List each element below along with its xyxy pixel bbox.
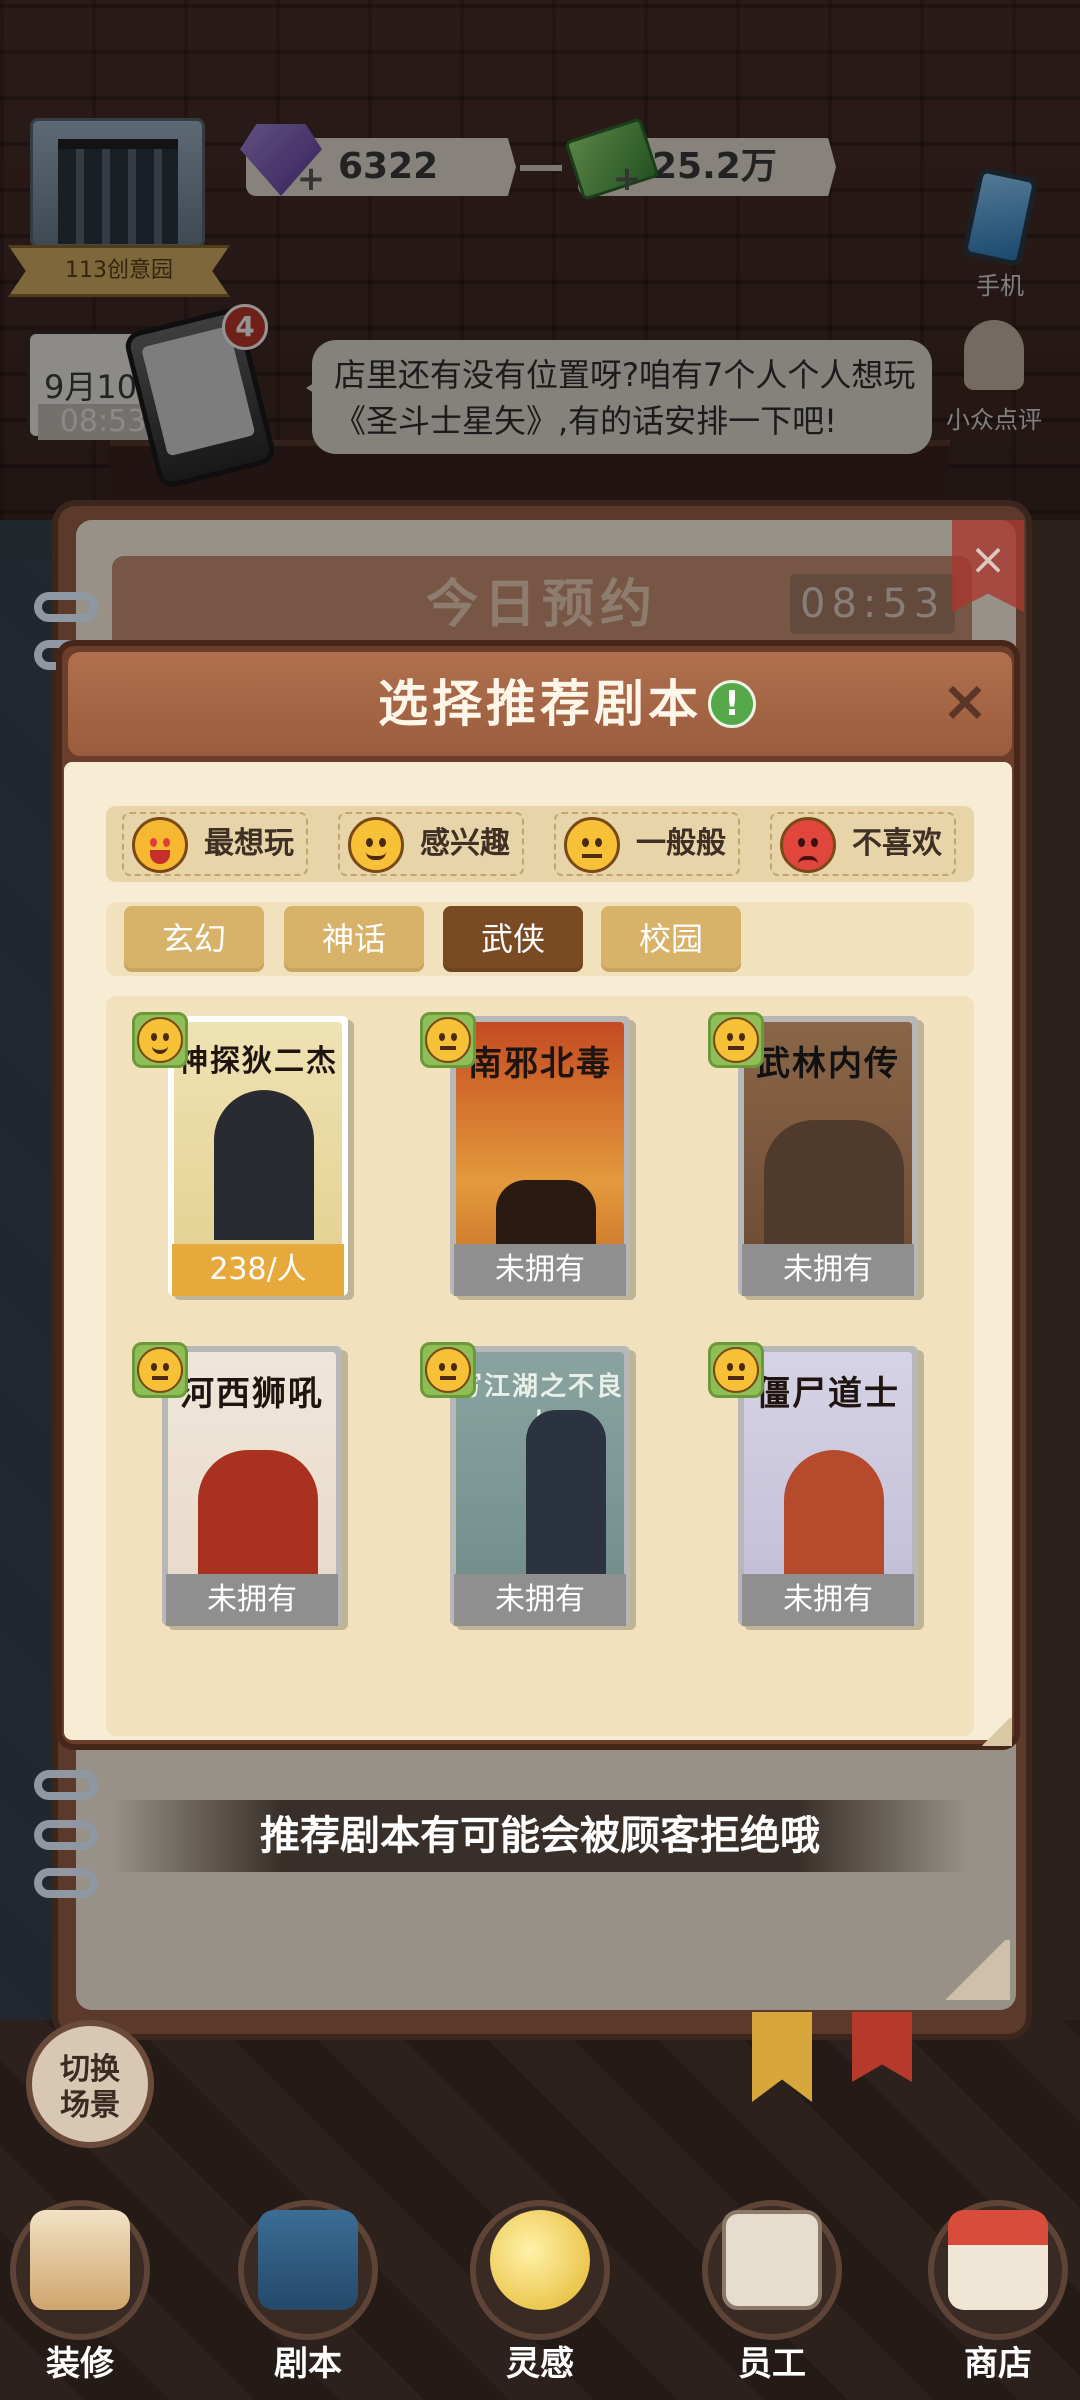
taoist-figure-image — [784, 1450, 884, 1580]
nav-shop[interactable]: 商店 — [918, 2190, 1078, 2400]
script-card[interactable]: 僵尸道士 未拥有 — [738, 1346, 918, 1626]
couple-figure-image — [198, 1450, 318, 1580]
script-card[interactable]: 河西狮吼 未拥有 — [162, 1346, 342, 1626]
script-title: 南邪北毒 — [468, 1044, 612, 1084]
nav-inspiration[interactable]: 灵感 — [460, 2190, 620, 2400]
switch-scene-button[interactable]: 切换 场景 — [26, 2020, 154, 2148]
decorate-icon — [30, 2210, 130, 2310]
crowd-silhouette-image — [764, 1120, 904, 1250]
wink-face-icon — [348, 817, 404, 873]
rejection-hint: 推荐剧本有可能会被顾客拒绝哦 — [112, 1800, 968, 1872]
mood-badge — [708, 1342, 764, 1398]
legend-label: 不喜欢 — [852, 826, 942, 861]
page-curl — [940, 1940, 1010, 2000]
legend-dislike: 不喜欢 — [770, 812, 956, 876]
script-card[interactable]: 南邪北毒 未拥有 — [450, 1016, 630, 1296]
switch-label-2: 场景 — [60, 2088, 120, 2123]
neutral-face-icon — [713, 1347, 759, 1393]
page-curl — [980, 1718, 1012, 1746]
legend-meh: 一般般 — [554, 812, 740, 876]
dialog-close-button[interactable]: × — [935, 672, 995, 732]
legend-label: 感兴趣 — [420, 826, 510, 861]
tab-fantasy[interactable]: 玄幻 — [124, 906, 264, 972]
legend-label: 最想玩 — [204, 826, 294, 861]
script-title: 武林内传 — [756, 1044, 900, 1084]
script-status: 未拥有 — [454, 1574, 626, 1626]
mood-badge — [420, 1342, 476, 1398]
dialog-title: 选择推荐剧本 — [378, 675, 702, 733]
script-card[interactable]: 武林内传 未拥有 — [738, 1016, 918, 1296]
script-card[interactable]: 写江湖之不良人 未拥有 — [450, 1346, 630, 1626]
nav-label: 灵感 — [506, 2344, 574, 2384]
neutral-face-icon — [425, 1017, 471, 1063]
script-book-icon — [258, 2210, 358, 2310]
nav-decorate[interactable]: 装修 — [0, 2190, 160, 2400]
shop-icon — [948, 2210, 1048, 2310]
tab-mythology[interactable]: 神话 — [284, 906, 424, 972]
mood-badge — [132, 1342, 188, 1398]
info-icon[interactable]: ! — [708, 680, 756, 728]
cloaked-figure-image — [526, 1410, 606, 1580]
script-card[interactable]: 神探狄二杰 238/人 — [168, 1016, 348, 1296]
legend-like: 感兴趣 — [338, 812, 524, 876]
nav-staff[interactable]: 员工 — [692, 2190, 852, 2400]
nav-label: 装修 — [46, 2344, 114, 2384]
inspiration-bulb-icon — [490, 2210, 590, 2310]
neutral-face-icon — [137, 1347, 183, 1393]
binder-ring — [34, 1820, 98, 1850]
tab-campus[interactable]: 校园 — [601, 906, 741, 972]
tab-wuxia[interactable]: 武侠 — [443, 906, 583, 972]
script-status: 未拥有 — [742, 1574, 914, 1626]
mood-badge — [132, 1012, 188, 1068]
nav-label: 员工 — [738, 2344, 806, 2384]
neutral-face-icon — [713, 1017, 759, 1063]
close-icon: × — [969, 534, 1007, 585]
nav-label: 商店 — [964, 2344, 1032, 2384]
script-title: 河西狮吼 — [180, 1374, 324, 1414]
binder-ring — [34, 1770, 98, 1800]
mood-badge — [420, 1012, 476, 1068]
switch-label-1: 切换 — [60, 2052, 120, 2087]
legend-love: 最想玩 — [122, 812, 308, 876]
wink-face-icon — [137, 1017, 183, 1063]
legend-label: 一般般 — [636, 826, 726, 861]
staff-badge-icon — [722, 2210, 822, 2310]
script-status: 238/人 — [172, 1244, 344, 1296]
script-title: 僵尸道士 — [756, 1374, 900, 1414]
binder-ring — [34, 592, 98, 622]
mood-badge — [708, 1012, 764, 1068]
neutral-face-icon — [425, 1347, 471, 1393]
binder-ring — [34, 1868, 98, 1898]
nav-scripts[interactable]: 剧本 — [228, 2190, 388, 2400]
script-status: 未拥有 — [454, 1244, 626, 1296]
love-face-icon — [132, 817, 188, 873]
detective-figure-image — [214, 1090, 314, 1240]
script-status: 未拥有 — [166, 1574, 338, 1626]
script-status: 未拥有 — [742, 1244, 914, 1296]
angry-face-icon — [780, 817, 836, 873]
rider-silhouette-image — [496, 1180, 596, 1250]
neutral-face-icon — [564, 817, 620, 873]
nav-label: 剧本 — [274, 2344, 342, 2384]
script-title: 神探狄二杰 — [178, 1044, 338, 1079]
